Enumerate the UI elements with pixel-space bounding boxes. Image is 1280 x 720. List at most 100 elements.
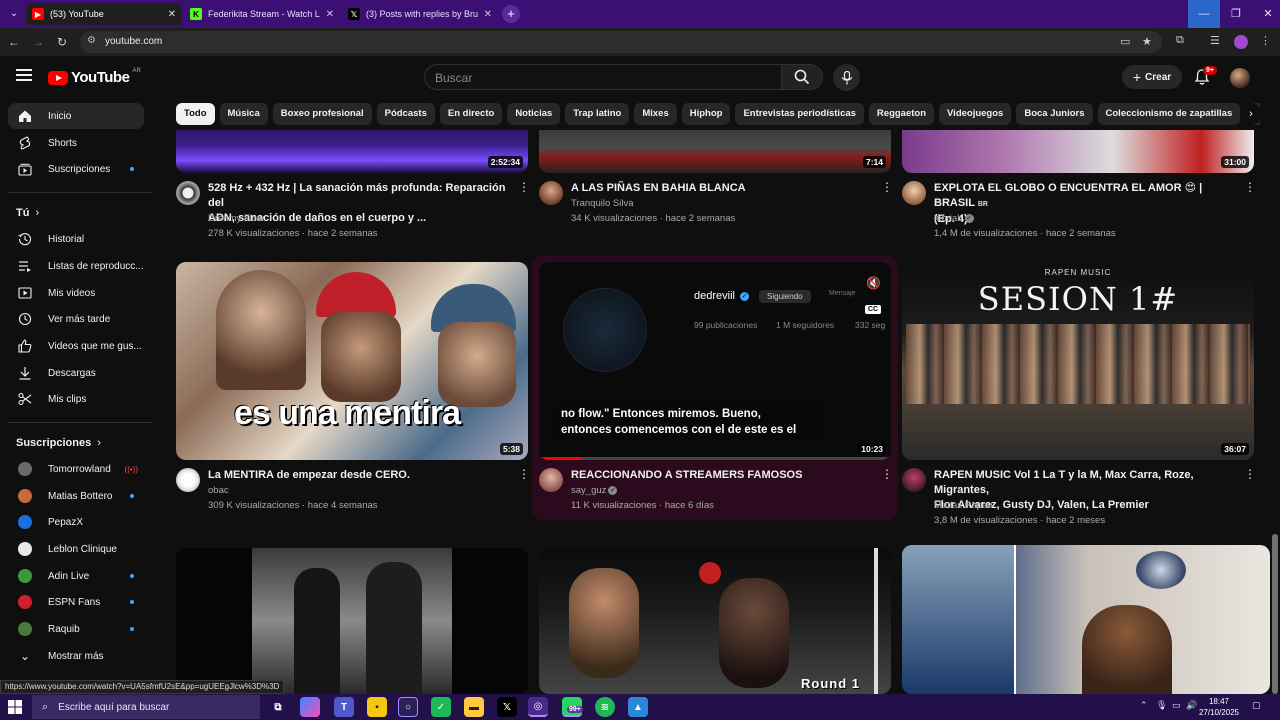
video-title[interactable]: A LAS PIÑAS EN BAHIA BLANCA: [571, 181, 871, 196]
video-channel-name[interactable]: lebriah ✓: [934, 213, 974, 224]
video-thumbnail[interactable]: 31:00: [902, 130, 1254, 173]
video-title[interactable]: EXPLOTA EL GLOBO O ENCUENTRA EL AMOR 😍 |…: [934, 181, 1234, 227]
chip-entrevistas-periodisticas[interactable]: Entrevistas periodísticas: [735, 103, 864, 125]
cast-icon[interactable]: ▭: [1120, 35, 1130, 48]
profile-icon[interactable]: [1234, 35, 1248, 49]
sidebar-subscriptions-header[interactable]: Suscripciones ›: [16, 437, 101, 449]
windows-start-icon[interactable]: [8, 700, 22, 714]
sidebar-item-listas[interactable]: Listas de reproducc...: [8, 253, 144, 279]
chip-coleccionismo-zapatillas[interactable]: Coleccionismo de zapatillas: [1097, 103, 1241, 125]
tab-close-icon[interactable]: ✕: [168, 9, 176, 20]
more-options-icon[interactable]: ⋮: [881, 181, 893, 193]
chip-podcasts[interactable]: Pódcasts: [376, 103, 435, 125]
video-channel-name[interactable]: say_guz ✓: [571, 485, 618, 496]
video-thumbnail[interactable]: 7:14: [539, 130, 891, 173]
reload-icon[interactable]: ↻: [53, 33, 71, 51]
sidebar-item-shorts[interactable]: Shorts: [8, 130, 144, 156]
bookmark-star-icon[interactable]: ★: [1142, 35, 1152, 48]
sticky-notes-icon[interactable]: ▪: [367, 697, 387, 717]
forward-arrow-icon[interactable]: →: [29, 33, 47, 51]
chip-boca-juniors[interactable]: Boca Juniors: [1016, 103, 1093, 125]
tab-youtube[interactable]: ▶ (53) YouTube ✕: [26, 3, 182, 25]
channel-avatar[interactable]: [539, 468, 563, 492]
chrome-icon[interactable]: ◎: [528, 697, 548, 717]
extensions-icon[interactable]: ⧉: [1176, 34, 1184, 47]
chip-musica[interactable]: Música: [219, 103, 268, 125]
sidebar-item-videos-que-me-gustan[interactable]: Videos que me gus...: [8, 333, 144, 359]
address-bar[interactable]: ⚙ youtube.com ▭ ★: [80, 31, 1162, 53]
closed-captions-icon[interactable]: CC: [865, 305, 882, 314]
chip-trap-latino[interactable]: Trap latino: [565, 103, 630, 125]
scrollbar-thumb[interactable]: [1272, 534, 1278, 694]
minimize-button[interactable]: —: [1188, 0, 1220, 28]
video-preview-player[interactable]: dedreviil ✓ Siguiendo Mensaje 99 publica…: [539, 262, 891, 460]
sidebar-channel-raquib[interactable]: Raquib: [8, 616, 144, 642]
chips-next-arrow-icon[interactable]: ›: [1240, 103, 1262, 125]
search-button[interactable]: [781, 64, 823, 90]
tab-search-icon[interactable]: ⌄: [4, 5, 24, 23]
video-thumbnail[interactable]: 2:52:34: [176, 130, 528, 173]
restore-button[interactable]: ❐: [1220, 0, 1252, 28]
more-options-icon[interactable]: ⋮: [1244, 181, 1256, 193]
sidebar-item-historial[interactable]: Historial: [8, 226, 144, 252]
video-thumbnail[interactable]: es una mentira 5:38: [176, 262, 528, 460]
sidebar-channel-pepazx[interactable]: PepazX: [8, 509, 144, 535]
channel-avatar[interactable]: [902, 468, 926, 492]
sidebar-channel-espn-fans[interactable]: ESPN Fans: [8, 589, 144, 615]
search-input[interactable]: Buscar: [424, 64, 782, 90]
more-options-icon[interactable]: ⋮: [518, 181, 530, 193]
chrome-menu-icon[interactable]: ⋮: [1260, 34, 1271, 47]
cortana-icon[interactable]: ○: [398, 697, 418, 717]
video-channel-name[interactable]: obac: [208, 485, 229, 496]
url-text[interactable]: youtube.com: [105, 36, 162, 47]
page-scrollbar[interactable]: [1270, 56, 1280, 694]
preview-progress-track[interactable]: [539, 457, 891, 460]
sidebar-channel-adin-live[interactable]: Adin Live: [8, 563, 144, 589]
app-green-icon[interactable]: ✓: [431, 697, 451, 717]
copilot-icon[interactable]: [300, 697, 320, 717]
video-channel-name[interactable]: Matias Rapen: [934, 500, 993, 511]
chip-en-directo[interactable]: En directo: [439, 103, 503, 125]
chip-noticias[interactable]: Noticias: [507, 103, 561, 125]
sidebar-item-descargas[interactable]: Descargas: [8, 360, 144, 386]
taskbar-search-input[interactable]: ⌕ Escribe aquí para buscar: [32, 695, 260, 719]
tray-overflow-icon[interactable]: ⌃: [1140, 700, 1148, 711]
video-channel-name[interactable]: Tranquilo Silva: [571, 198, 633, 209]
tab-close-icon[interactable]: ✕: [484, 9, 492, 20]
channel-avatar[interactable]: [539, 181, 563, 205]
task-view-icon[interactable]: ⧉: [268, 697, 288, 717]
sidebar-channel-leblon-clinique[interactable]: Leblon Clinique: [8, 536, 144, 562]
chip-hiphop[interactable]: Hiphop: [681, 103, 731, 125]
new-tab-button[interactable]: +: [502, 5, 520, 23]
video-thumbnail[interactable]: [176, 548, 528, 694]
photos-icon[interactable]: ▲: [628, 697, 648, 717]
channel-avatar[interactable]: [176, 468, 200, 492]
tab-close-icon[interactable]: ✕: [326, 9, 334, 20]
file-explorer-icon[interactable]: ▬: [464, 697, 484, 717]
channel-avatar[interactable]: [176, 181, 200, 205]
tab-kick-stream[interactable]: K Federikita Stream - Watch Live ✕: [184, 3, 340, 25]
back-arrow-icon[interactable]: ←: [5, 33, 23, 51]
sidebar-item-mis-videos[interactable]: Mis videos: [8, 280, 144, 306]
chip-videojuegos[interactable]: Videojuegos: [939, 103, 1012, 125]
mute-icon[interactable]: 🔇: [866, 276, 881, 290]
taskbar-clock[interactable]: 18:47 27/10/2025: [1196, 696, 1242, 718]
video-title[interactable]: La MENTIRA de empezar desde CERO.: [208, 468, 508, 483]
spotify-icon[interactable]: ≋: [595, 697, 615, 717]
x-app-icon[interactable]: 𝕏: [497, 697, 517, 717]
sidebar-item-suscripciones[interactable]: Suscripciones: [8, 156, 144, 182]
notifications-center-icon[interactable]: ▢: [1252, 700, 1261, 711]
more-options-icon[interactable]: ⋮: [518, 468, 530, 480]
network-icon[interactable]: ▭: [1172, 700, 1181, 711]
sidebar-channel-tomorrowland[interactable]: Tomorrowland ((•)): [8, 456, 144, 482]
account-avatar[interactable]: [1230, 68, 1250, 88]
chip-boxeo-profesional[interactable]: Boxeo profesional: [272, 103, 372, 125]
create-button[interactable]: + Crear: [1122, 65, 1182, 89]
chip-mixes[interactable]: Mixes: [634, 103, 677, 125]
reading-list-icon[interactable]: ☰: [1210, 34, 1220, 47]
more-options-icon[interactable]: ⋮: [881, 468, 893, 480]
sidebar-item-ver-mas-tarde[interactable]: Ver más tarde: [8, 306, 144, 332]
chip-reggaeton[interactable]: Reggaeton: [868, 103, 935, 125]
menu-hamburger-icon[interactable]: [16, 69, 32, 83]
close-window-button[interactable]: ✕: [1252, 0, 1280, 28]
